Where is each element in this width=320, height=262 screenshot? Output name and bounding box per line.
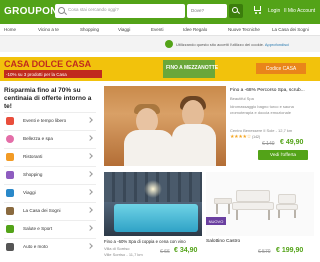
dumbbell-icon (6, 225, 14, 233)
info-icon (165, 40, 173, 48)
cart-icon[interactable] (253, 6, 262, 14)
chevron-right-icon (87, 189, 93, 195)
deal-location: Ville Sorriso - 11,7 km (104, 252, 143, 257)
category-label: Shopping (23, 172, 43, 177)
chevron-right-icon (87, 153, 93, 159)
category-label: Eventi e tempo libero (23, 118, 67, 123)
chevron-right-icon (87, 171, 93, 177)
deal-image-spa[interactable] (104, 86, 226, 166)
chevron-right-icon (87, 117, 93, 123)
banner-subtitle: -10% su 3 prodotti per la Casa (4, 70, 102, 78)
main-nav: Home Vicino a te Shopping Viaggi Eventi … (0, 24, 320, 36)
deal-location: Centro Benessere Il Sole - 12,7 km (230, 128, 293, 133)
view-deal-button[interactable]: Vedi l'offerta (258, 150, 308, 160)
old-price: € 570 (258, 249, 271, 255)
chevron-right-icon (87, 135, 93, 141)
deal-image-furniture[interactable] (206, 172, 314, 236)
nav-item-vicino[interactable]: Vicino a te (38, 27, 59, 32)
cookie-notice: Utilizzando questo sito accetti l'utiliz… (0, 36, 320, 52)
search-button[interactable] (229, 4, 243, 18)
deal-title[interactable]: Fino a -68% Percorso Spa, scrub... (230, 88, 305, 93)
nav-item-shopping[interactable]: Shopping (80, 27, 99, 32)
review-count: (142) (252, 134, 260, 139)
banner-deadline-label: FINO A MEZZANOTTE (166, 65, 219, 71)
banner-deadline: FINO A MEZZANOTTE (163, 60, 219, 78)
cutlery-icon (6, 153, 14, 161)
location-placeholder: Dove? (191, 8, 205, 13)
location-input[interactable]: Dove? (187, 4, 227, 18)
category-label: Auto e moto (23, 244, 48, 249)
deal-image-pool[interactable] (104, 172, 202, 236)
sidebar-headline: Risparmia fino al 70% su centinaia di of… (4, 87, 92, 110)
category-auto[interactable]: Auto e moto (4, 238, 96, 256)
deal-title[interactable]: Salottino Castro (206, 239, 240, 244)
promo-banner[interactable]: CASA DOLCE CASA -10% su 3 prodotti per l… (0, 57, 320, 81)
nav-item-nuove-tecniche[interactable]: Nuove Tecniche (228, 27, 260, 32)
category-eventi[interactable]: Eventi e tempo libero (4, 112, 96, 130)
banner-code-button[interactable]: Codice CASA (256, 63, 306, 74)
nav-item-home[interactable]: Home (4, 27, 16, 32)
ticket-icon (6, 117, 14, 125)
old-price: € 66 (160, 249, 170, 255)
nav-item-idee-regalo[interactable]: Idee Regalo (183, 27, 207, 32)
star-rating: ★★★★☆ (230, 134, 251, 140)
search-placeholder: Cosa stai cercando oggi? (68, 7, 119, 12)
new-price: € 49,90 (280, 139, 304, 146)
category-label: Viaggi (23, 190, 36, 195)
category-viaggi[interactable]: Viaggi (4, 184, 96, 202)
search-icon (232, 7, 238, 13)
nav-item-viaggi[interactable]: Viaggi (118, 27, 130, 32)
old-price: € 140 (262, 141, 275, 147)
nav-item-casa-sogni[interactable]: La Casa dei Sogni (272, 27, 309, 32)
category-casa-sogni[interactable]: La Casa dei Sogni (4, 202, 96, 220)
nav-item-eventi[interactable]: Eventi (151, 27, 164, 32)
new-badge: NUOVO (206, 217, 226, 225)
search-input[interactable]: Cosa stai cercando oggi? (55, 4, 185, 18)
bag-icon (6, 171, 14, 179)
account-link[interactable]: Il Mio Account (284, 8, 315, 14)
banner-title: CASA DOLCE CASA (4, 59, 92, 69)
new-price: € 34,90 (174, 247, 198, 254)
category-shopping[interactable]: Shopping (4, 166, 96, 184)
deal-rating: ★★★★☆ (142) (230, 134, 260, 140)
deal-title[interactable]: Fino a -60% Spa di coppia e cena con vin… (104, 239, 186, 244)
lotus-icon (6, 135, 14, 143)
category-label: Salute e Sport (23, 226, 53, 231)
house-icon (6, 207, 14, 215)
category-label: La Casa dei Sogni (23, 208, 61, 213)
cookie-text: Utilizzando questo sito accetti l'utiliz… (176, 42, 264, 47)
login-link[interactable]: Login (268, 8, 280, 14)
chevron-right-icon (87, 225, 93, 231)
plane-icon (6, 189, 14, 197)
chevron-right-icon (87, 243, 93, 249)
deal-description: cromoterapia e doccia emozionale (230, 110, 291, 115)
category-label: Bellezza e spa (23, 136, 53, 141)
new-price: € 199,90 (276, 247, 304, 254)
cookie-link[interactable]: Approfondisci (265, 42, 289, 47)
category-label: Ristoranti (23, 154, 43, 159)
deal-subtitle: Villa di Sorriso (104, 246, 130, 251)
category-salute[interactable]: Salute e Sport (4, 220, 96, 238)
chevron-right-icon (87, 207, 93, 213)
search-icon (58, 7, 65, 14)
deal-description: Idromassaggio bagno turco e sauna (230, 104, 294, 109)
category-ristoranti[interactable]: Ristoranti (4, 148, 96, 166)
category-bellezza[interactable]: Bellezza e spa (4, 130, 96, 148)
car-icon (6, 243, 14, 251)
top-header: GROUPON Cosa stai cercando oggi? Dove? L… (0, 0, 320, 24)
deal-subtitle: Beautiful Spa (230, 96, 254, 101)
groupon-logo[interactable]: GROUPON (4, 6, 58, 17)
